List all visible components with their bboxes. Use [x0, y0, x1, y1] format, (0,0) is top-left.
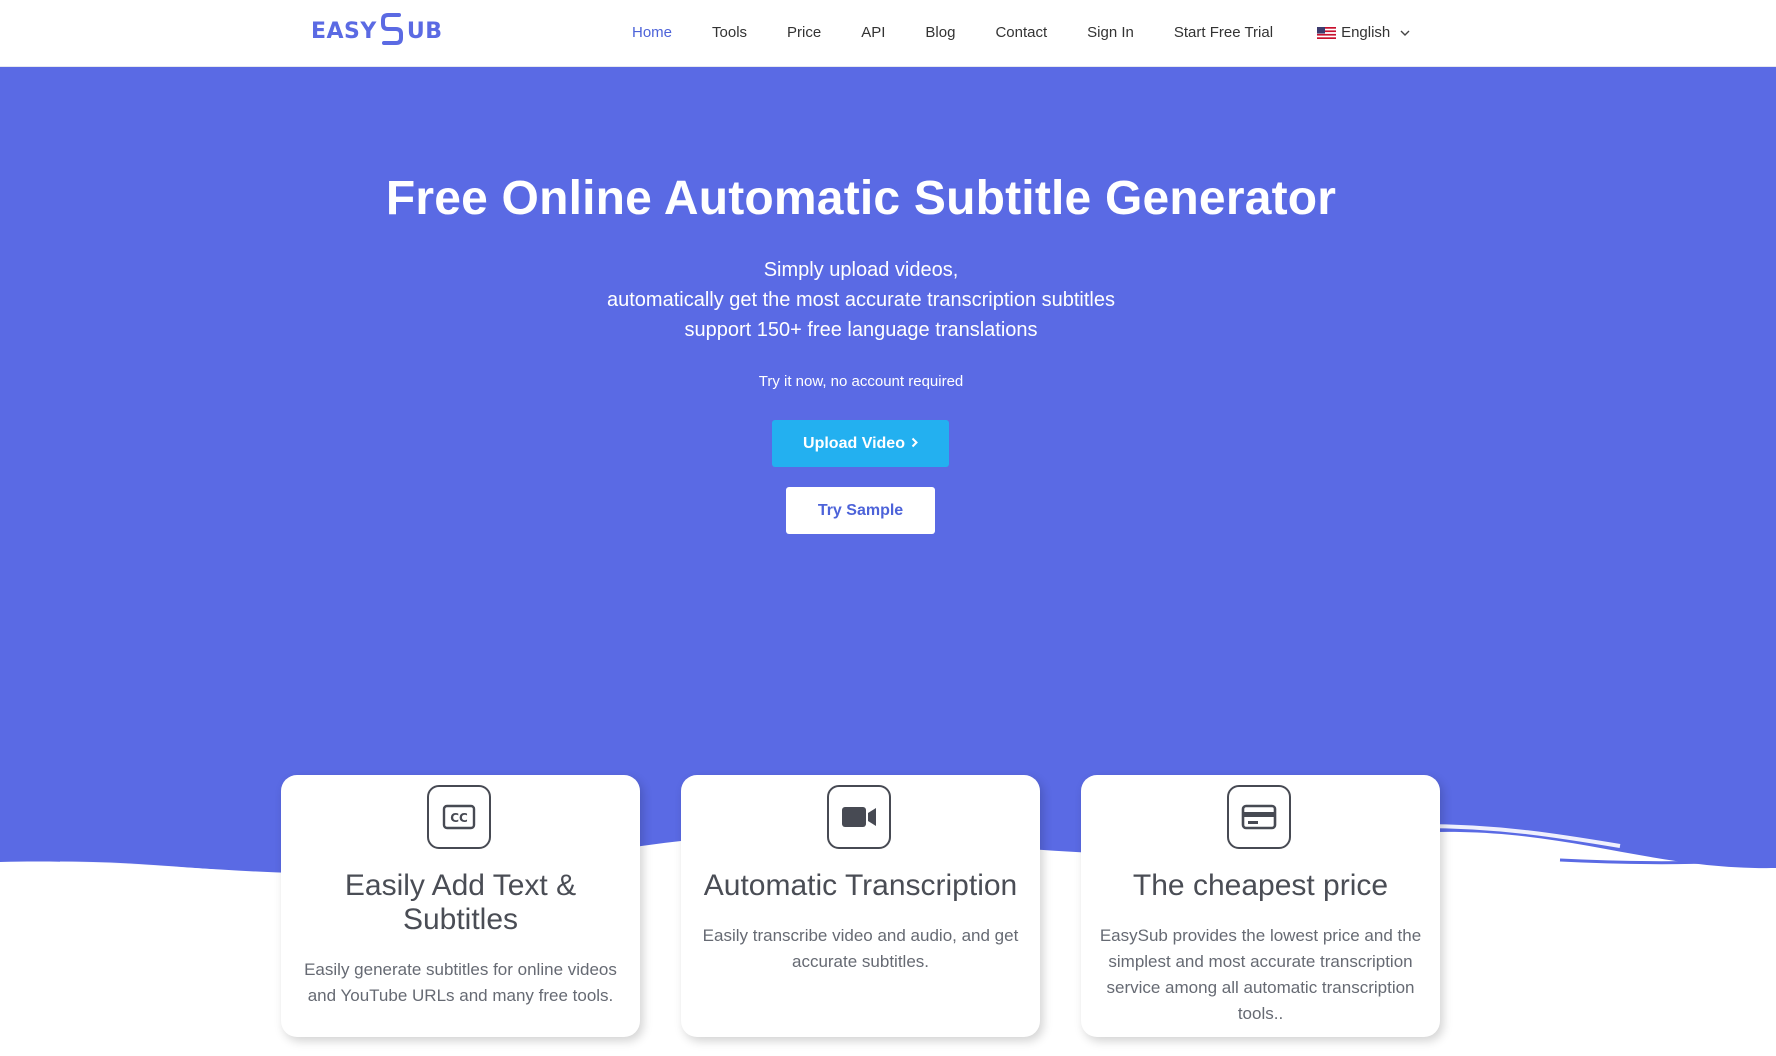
hero-subtitle-line: support 150+ free language translations: [684, 319, 1038, 341]
nav-tools[interactable]: Tools: [712, 24, 747, 41]
hero-subtitle: Simply upload videos, automatically get …: [0, 255, 1722, 345]
feature-card: CC Easily Add Text & Subtitles Easily ge…: [281, 775, 640, 1037]
logo-s-icon: [379, 11, 405, 52]
hero-subtitle-line: Simply upload videos,: [763, 259, 959, 281]
feature-description: Easily generate subtitles for online vid…: [304, 960, 617, 1005]
site-header: EASY UB Home Tools Price API Blog Contac…: [0, 0, 1776, 67]
feature-card: The cheapest price EasySub provides the …: [1081, 775, 1440, 1037]
nav-price[interactable]: Price: [787, 24, 821, 41]
upload-video-label: Upload Video: [803, 434, 905, 452]
nav-contact[interactable]: Contact: [995, 24, 1047, 41]
logo[interactable]: EASY UB: [311, 11, 443, 52]
feature-card: Automatic Transcription Easily transcrib…: [681, 775, 1040, 1037]
hero-note: Try it now, no account required: [758, 373, 964, 390]
hero-title: Free Online Automatic Subtitle Generator: [385, 172, 1337, 225]
closed-caption-icon: CC: [427, 785, 491, 849]
feature-title: The cheapest price: [1132, 869, 1389, 902]
nav-api[interactable]: API: [861, 24, 885, 41]
logo-text-right: UB: [406, 18, 443, 44]
logo-text-left: EASY: [311, 18, 377, 44]
nav-home[interactable]: Home: [632, 24, 672, 41]
credit-card-icon: [1227, 785, 1291, 849]
main-nav: Home Tools Price API Blog Contact Sign I…: [632, 0, 1410, 64]
try-sample-button[interactable]: Try Sample: [786, 487, 935, 534]
language-label: English: [1341, 23, 1391, 41]
upload-video-button[interactable]: Upload Video: [772, 420, 949, 467]
feature-description: EasySub provides the lowest price and th…: [1099, 926, 1422, 1023]
svg-text:CC: CC: [450, 811, 468, 825]
hero-subtitle-line: automatically get the most accurate tran…: [606, 289, 1116, 311]
nav-blog[interactable]: Blog: [925, 24, 955, 41]
feature-title: Easily Add Text & Subtitles: [344, 869, 577, 936]
language-selector[interactable]: English: [1317, 24, 1410, 41]
us-flag-icon: [1317, 26, 1337, 39]
chevron-down-icon: [1400, 24, 1410, 41]
feature-description: Easily transcribe video and audio, and g…: [702, 926, 1019, 971]
nav-start-free-trial[interactable]: Start Free Trial: [1174, 24, 1273, 41]
video-camera-icon: [827, 785, 891, 849]
chevron-right-icon: [911, 435, 918, 453]
feature-title: Automatic Transcription: [703, 869, 1018, 902]
nav-sign-in[interactable]: Sign In: [1087, 24, 1134, 41]
